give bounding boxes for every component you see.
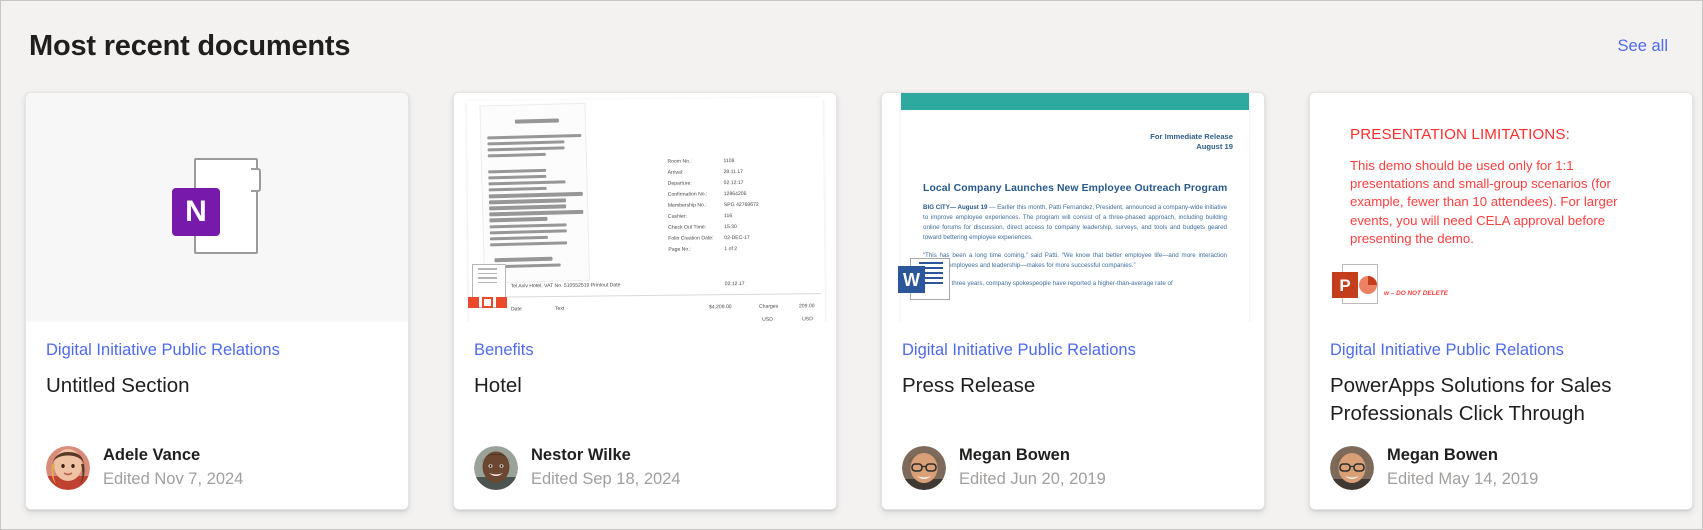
card-thumbnail: PRESENTATION LIMITATIONS: This demo shou… (1310, 93, 1692, 322)
receipt-table-header: 209.00 (798, 303, 815, 310)
avatar (474, 445, 518, 490)
avatar (1330, 445, 1374, 490)
receipt-field-label: Departure: (667, 180, 692, 187)
paragraph-lead: BIG CITY— August 19 (923, 203, 988, 211)
scanned-receipt-preview: Room No.: 1108 Arrival: 28.11.17 Departu… (466, 97, 826, 322)
release-block: For Immediate Release August 19 (901, 132, 1233, 153)
onenote-icon: N (172, 157, 262, 258)
receipt-field-value: 116 (723, 213, 733, 220)
card-document-title: Hotel (474, 374, 522, 398)
notebook-tab-shape (251, 167, 261, 192)
receipt-table-header: $4,209.00 (708, 304, 732, 311)
document-card[interactable]: PRESENTATION LIMITATIONS: This demo shou… (1309, 92, 1693, 510)
document-card[interactable]: For Immediate Release August 19 Local Co… (881, 92, 1265, 510)
paragraph-2: “This has been a long time coming,” said… (923, 251, 1227, 269)
slide-body: This demo should be used only for 1:1 pr… (1350, 158, 1618, 246)
card-body: Digital Initiative Public Relations Pres… (882, 322, 1264, 509)
receipt-field-value: 1108 (723, 158, 735, 165)
card-edited-date: Edited Nov 7, 2024 (103, 469, 244, 488)
receipt-field-label: Cashier: (667, 213, 688, 220)
paragraph-3: In the last three years, company spokesp… (923, 279, 1173, 287)
card-author: Nestor Wilke (531, 446, 631, 465)
card-edited-date: Edited May 14, 2019 (1387, 469, 1539, 488)
receipt-field-value: 28.11.17 (723, 168, 744, 176)
card-meta: Megan Bowen Edited May 14, 2019 (1330, 445, 1672, 509)
receipt-field-label: Confirmation No.: (667, 191, 708, 198)
receipt-field-label: Room No.: (667, 158, 692, 165)
receipt-table-header: Date (510, 306, 522, 313)
card-author: Megan Bowen (959, 446, 1070, 465)
card-document-title: Press Release (902, 374, 1036, 398)
card-site-link[interactable]: Digital Initiative Public Relations (1330, 340, 1672, 361)
receipt-field-label: Membership No.: (667, 202, 707, 209)
icon-square-left (468, 297, 479, 308)
card-meta-text: Adele Vance Edited Nov 7, 2024 (103, 445, 243, 490)
receipt-table-unit: USD (762, 316, 773, 322)
pdf-image-icon (468, 264, 510, 310)
slide-title: PRESENTATION LIMITATIONS: (1350, 126, 1570, 143)
card-thumbnail: For Immediate Release August 19 Local Co… (882, 93, 1264, 322)
card-edited-date: Edited Jun 20, 2019 (959, 469, 1106, 488)
receipt-field-value: 1 of 2 (724, 246, 738, 253)
document-heading: Local Company Launches New Employee Outr… (923, 182, 1228, 194)
receipt-field-value: 12864206 (723, 190, 747, 198)
receipt-field-label: Page No.: (668, 246, 692, 253)
word-icon: W (898, 258, 952, 300)
icon-square-right (496, 297, 507, 308)
card-author: Megan Bowen (1387, 446, 1498, 465)
word-document-preview: For Immediate Release August 19 Local Co… (901, 93, 1249, 322)
word-letter-badge: W (898, 266, 925, 293)
slide-note: w – DO NOT DELETE (1384, 290, 1448, 297)
card-author: Adele Vance (103, 446, 201, 465)
card-meta: Megan Bowen Edited Jun 20, 2019 (902, 445, 1244, 509)
card-meta-text: Nestor Wilke Edited Sep 18, 2024 (531, 445, 681, 490)
receipt-field-value: 02.12.17 (723, 179, 744, 187)
card-meta-text: Megan Bowen Edited Jun 20, 2019 (959, 445, 1106, 490)
card-body: Benefits Hotel Nestor Wilke Edited Sep 1… (454, 322, 836, 509)
pie-chart-icon (1359, 276, 1377, 294)
receipt-field-value: 15.30 (724, 224, 737, 231)
card-thumbnail: N (26, 93, 408, 322)
document-card[interactable]: N Digital Initiative Public Relations Un… (25, 92, 409, 510)
card-site-link[interactable]: Digital Initiative Public Relations (46, 340, 388, 361)
card-body: Digital Initiative Public Relations Unti… (26, 322, 408, 509)
most-recent-documents-panel: Most recent documents See all N Digital … (0, 0, 1703, 530)
card-thumbnail: Room No.: 1108 Arrival: 28.11.17 Departu… (454, 93, 836, 322)
receipt-footer-left: Tel Aviv Hotel, VAT No. 510552519 Printo… (510, 282, 621, 290)
receipt-table-header: Charges (758, 303, 779, 310)
avatar (902, 445, 946, 490)
document-header-band (901, 93, 1249, 110)
card-meta: Nestor Wilke Edited Sep 18, 2024 (474, 445, 816, 509)
receipt-field-value: 02-DEC-17 (724, 234, 750, 242)
panel-header: Most recent documents See all (1, 1, 1703, 91)
card-meta-text: Megan Bowen Edited May 14, 2019 (1387, 445, 1538, 490)
receipt-footer-right: 02.12.17 (724, 280, 745, 288)
receipt-table-unit: USD (802, 316, 813, 322)
document-body: BIG CITY— August 19 — Earlier this month… (923, 203, 1227, 289)
release-line-1: For Immediate Release (1150, 132, 1233, 141)
powerpoint-letter-badge: P (1332, 272, 1358, 298)
see-all-link[interactable]: See all (1618, 37, 1676, 56)
card-site-link[interactable]: Digital Initiative Public Relations (902, 340, 1244, 361)
receipt-field-label: Folio Creation Date: (668, 235, 714, 242)
receipt-field-label: Check Out Time: (668, 224, 707, 231)
receipt-slip (479, 102, 591, 284)
receipt-field-label: Arrival: (667, 169, 684, 176)
page-title: Most recent documents (29, 29, 351, 62)
card-body: Digital Initiative Public Relations Powe… (1310, 322, 1692, 509)
card-document-title: Untitled Section (46, 374, 190, 398)
avatar (46, 445, 90, 490)
card-document-title: PowerApps Solutions for Sales Profession… (1330, 374, 1612, 425)
release-line-2: August 19 (1196, 142, 1233, 152)
powerpoint-icon: P (1332, 264, 1388, 304)
receipt-field-value: SPG 42769672 (723, 201, 759, 209)
onenote-letter-badge: N (172, 187, 220, 236)
card-site-link[interactable]: Benefits (474, 340, 816, 361)
icon-square-middle (482, 297, 493, 308)
card-edited-date: Edited Sep 18, 2024 (531, 469, 681, 488)
document-card[interactable]: Room No.: 1108 Arrival: 28.11.17 Departu… (453, 92, 837, 510)
document-card-row: N Digital Initiative Public Relations Un… (25, 92, 1693, 512)
card-meta: Adele Vance Edited Nov 7, 2024 (46, 445, 388, 509)
receipt-table-header: Text (554, 305, 565, 312)
